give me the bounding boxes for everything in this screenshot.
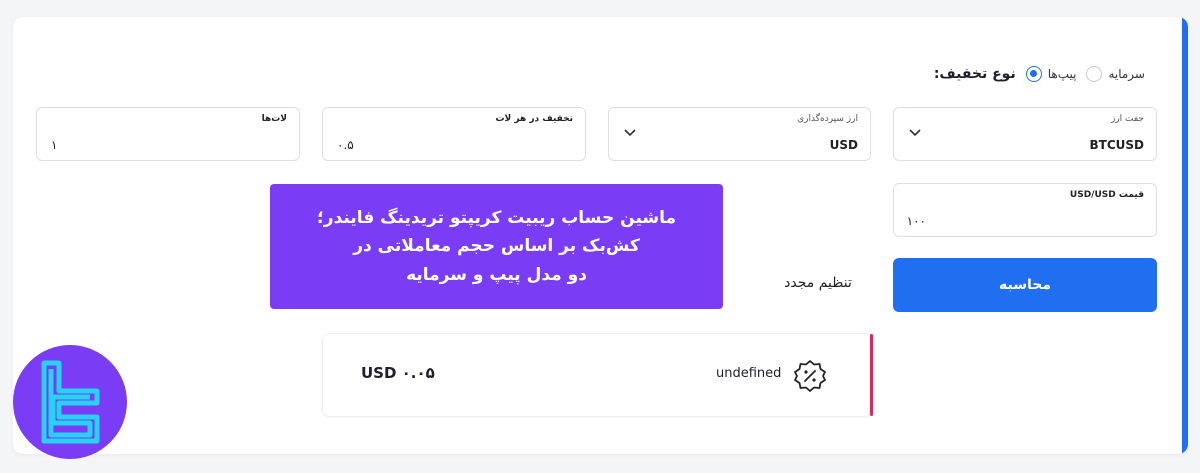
- radio-option-pips[interactable]: پیپ‌ها: [1025, 66, 1077, 82]
- radio-pips[interactable]: [1025, 66, 1042, 82]
- chevron-down-icon[interactable]: [623, 128, 637, 138]
- reset-button[interactable]: تنظیم مجدد: [773, 275, 863, 297]
- result-card: USD ۰.۰۵ undefined: [322, 333, 873, 417]
- promo-banner: ماشین حساب ریبیت کریپتو تریدینگ فایندر؛ …: [270, 184, 723, 309]
- currency-pair-label: جفت ارز: [1110, 114, 1144, 124]
- discount-badge-icon: [794, 360, 826, 392]
- result-accent-bar: [870, 334, 873, 416]
- rebate-type-title: نوع تخفیف:: [933, 66, 1016, 82]
- result-amount: USD ۰.۰۵: [361, 364, 435, 382]
- result-label: undefined: [716, 366, 782, 381]
- rebate-calculator-card: نوع تخفیف: پیپ‌ها سرمایه جفت ارز BTCUSD …: [13, 17, 1188, 454]
- chevron-down-icon[interactable]: [908, 128, 922, 138]
- deposit-currency-select[interactable]: ارز سپرده‌گذاری USD: [608, 107, 871, 161]
- discount-per-lot-label: تخفیف در هر لات: [495, 114, 573, 124]
- lots-value: ۱: [51, 138, 58, 152]
- calculate-button[interactable]: محاسبه: [893, 258, 1157, 312]
- lots-input[interactable]: لات‌ها ۱: [36, 107, 300, 161]
- radio-pips-label: پیپ‌ها: [1047, 67, 1077, 81]
- price-label: قیمت USD/USD: [1069, 190, 1144, 200]
- radio-capital-label: سرمایه: [1108, 67, 1145, 81]
- rebate-type-row: نوع تخفیف: پیپ‌ها سرمایه: [934, 61, 1145, 87]
- brand-logo-glyph-icon: [41, 360, 100, 444]
- currency-pair-select[interactable]: جفت ارز BTCUSD: [893, 107, 1157, 161]
- banner-line: کش‌بک بر اساس حجم معاملاتی در: [353, 236, 640, 257]
- discount-per-lot-value: ۰.۵: [337, 138, 354, 152]
- lots-label: لات‌ها: [261, 114, 287, 124]
- radio-option-capital[interactable]: سرمایه: [1086, 66, 1145, 82]
- price-value: ۱۰۰: [906, 214, 926, 228]
- banner-line: دو مدل پیپ و سرمایه: [406, 264, 587, 285]
- price-input[interactable]: قیمت USD/USD ۱۰۰: [893, 183, 1157, 237]
- brand-logo: [13, 345, 127, 459]
- currency-pair-value: BTCUSD: [1089, 138, 1145, 152]
- banner-line: ماشین حساب ریبیت کریپتو تریدینگ فایندر؛: [316, 207, 677, 228]
- deposit-currency-value: USD: [829, 138, 858, 152]
- discount-per-lot-input[interactable]: تخفیف در هر لات ۰.۵: [322, 107, 586, 161]
- radio-capital[interactable]: [1086, 66, 1103, 82]
- deposit-currency-label: ارز سپرده‌گذاری: [797, 114, 858, 124]
- card-accent-bar: [1182, 17, 1188, 454]
